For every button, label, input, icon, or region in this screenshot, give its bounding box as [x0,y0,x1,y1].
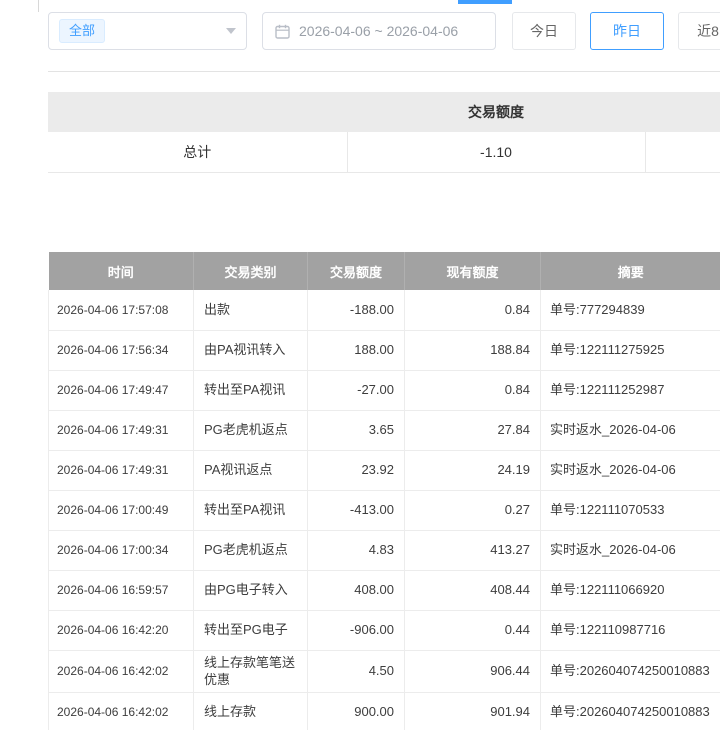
table-cell: 实时返水_2026-04-06 [541,450,720,490]
summary-header-amount: 交易额度 [347,92,645,132]
table-cell: 0.27 [405,490,541,530]
table-cell: 2026-04-06 17:49:31 [49,450,194,490]
summary-cell-cutoff [645,132,720,172]
table-cell: 2026-04-06 17:49:31 [49,410,194,450]
table-cell: 2026-04-06 17:57:08 [49,290,194,330]
summary-table: 交易额度 总计 -1.10 [48,92,720,173]
table-cell: 出款 [194,290,308,330]
chevron-down-icon [226,28,236,34]
table-cell: PA视讯返点 [194,450,308,490]
summary-header-cutoff [645,92,720,132]
table-cell: 单号:202604074250010883 [541,692,720,730]
table-cell: 单号:122110987716 [541,610,720,650]
table-cell: 单号:777294839 [541,290,720,330]
table-cell: 线上存款 [194,692,308,730]
toolbar-divider [48,71,720,72]
table-cell: -27.00 [308,370,405,410]
table-cell: 408.44 [405,570,541,610]
table-cell: 实时返水_2026-04-06 [541,530,720,570]
summary-total-row: 总计 -1.10 [48,132,720,172]
table-cell: 2026-04-06 16:42:02 [49,650,194,692]
table-cell: 188.00 [308,330,405,370]
column-header: 交易类别 [194,252,308,290]
table-cell: -906.00 [308,610,405,650]
column-header: 摘要 [541,252,720,290]
summary-total-value: -1.10 [347,132,645,172]
table-row: 2026-04-06 17:49:47转出至PA视讯-27.000.84单号:1… [49,370,720,410]
table-row: 2026-04-06 17:49:31PG老虎机返点3.6527.84实时返水_… [49,410,720,450]
table-row: 2026-04-06 16:59:57由PG电子转入408.00408.44单号… [49,570,720,610]
table-cell: 0.84 [405,290,541,330]
table-cell: 单号:122111066920 [541,570,720,610]
calendar-icon [275,24,290,39]
table-cell: 906.44 [405,650,541,692]
transactions-table: 时间交易类别交易额度现有额度摘要 2026-04-06 17:57:08出款-1… [48,252,720,730]
table-cell: 0.84 [405,370,541,410]
summary-header-empty [48,92,347,132]
table-cell: 24.19 [405,450,541,490]
range-button-last8days[interactable]: 近8日 [678,12,720,50]
summary-total-label: 总计 [48,132,347,172]
column-header: 现有额度 [405,252,541,290]
table-row: 2026-04-06 17:57:08出款-188.000.84单号:77729… [49,290,720,330]
table-row: 2026-04-06 17:00:49转出至PA视讯-413.000.27单号:… [49,490,720,530]
table-cell: 2026-04-06 17:00:34 [49,530,194,570]
range-button-today[interactable]: 今日 [512,12,576,50]
table-cell: 27.84 [405,410,541,450]
table-row: 2026-04-06 16:42:02线上存款笔笔送优惠4.50906.44单号… [49,650,720,692]
table-cell: 实时返水_2026-04-06 [541,410,720,450]
window-edge-mark [38,0,39,12]
table-cell: 2026-04-06 16:42:02 [49,692,194,730]
column-header: 交易额度 [308,252,405,290]
table-row: 2026-04-06 17:00:34PG老虎机返点4.83413.27实时返水… [49,530,720,570]
table-cell: 由PA视讯转入 [194,330,308,370]
table-cell: 线上存款笔笔送优惠 [194,650,308,692]
table-cell: 2026-04-06 17:00:49 [49,490,194,530]
table-cell: 2026-04-06 16:42:20 [49,610,194,650]
table-cell: 单号:122111070533 [541,490,720,530]
date-range-value: 2026-04-06 ~ 2026-04-06 [299,23,458,39]
table-cell: -413.00 [308,490,405,530]
table-cell: 4.83 [308,530,405,570]
column-header: 时间 [49,252,194,290]
table-cell: PG老虎机返点 [194,530,308,570]
table-row: 2026-04-06 17:49:31PA视讯返点23.9224.19实时返水_… [49,450,720,490]
table-cell: 单号:122111252987 [541,370,720,410]
table-cell: 转出至PA视讯 [194,370,308,410]
table-cell: 2026-04-06 17:49:47 [49,370,194,410]
table-cell: 4.50 [308,650,405,692]
table-cell: 3.65 [308,410,405,450]
table-cell: 188.84 [405,330,541,370]
selected-filter-chip[interactable]: 全部 [59,19,105,43]
active-tab-indicator [458,0,512,4]
table-cell: 转出至PA视讯 [194,490,308,530]
date-range-picker[interactable]: 2026-04-06 ~ 2026-04-06 [262,12,496,50]
transaction-history-page: 全部 2026-04-06 ~ 2026-04-06 今日 昨日 近8日 交易额… [0,0,720,730]
summary-header-row: 交易额度 [48,92,720,132]
table-cell: 408.00 [308,570,405,610]
table-cell: 转出至PG电子 [194,610,308,650]
table-row: 2026-04-06 16:42:02线上存款900.00901.94单号:20… [49,692,720,730]
table-cell: 23.92 [308,450,405,490]
table-cell: 0.44 [405,610,541,650]
category-filter-select[interactable]: 全部 [48,12,247,50]
table-cell: PG老虎机返点 [194,410,308,450]
table-cell: 413.27 [405,530,541,570]
table-row: 2026-04-06 17:56:34由PA视讯转入188.00188.84单号… [49,330,720,370]
transactions-body: 2026-04-06 17:57:08出款-188.000.84单号:77729… [49,290,720,730]
table-cell: 901.94 [405,692,541,730]
table-cell: 由PG电子转入 [194,570,308,610]
table-cell: 单号:202604074250010883 [541,650,720,692]
table-cell: -188.00 [308,290,405,330]
table-cell: 900.00 [308,692,405,730]
table-cell: 单号:122111275925 [541,330,720,370]
transactions-header-row: 时间交易类别交易额度现有额度摘要 [49,252,720,290]
table-cell: 2026-04-06 17:56:34 [49,330,194,370]
table-cell: 2026-04-06 16:59:57 [49,570,194,610]
table-row: 2026-04-06 16:42:20转出至PG电子-906.000.44单号:… [49,610,720,650]
range-button-yesterday[interactable]: 昨日 [590,12,664,50]
